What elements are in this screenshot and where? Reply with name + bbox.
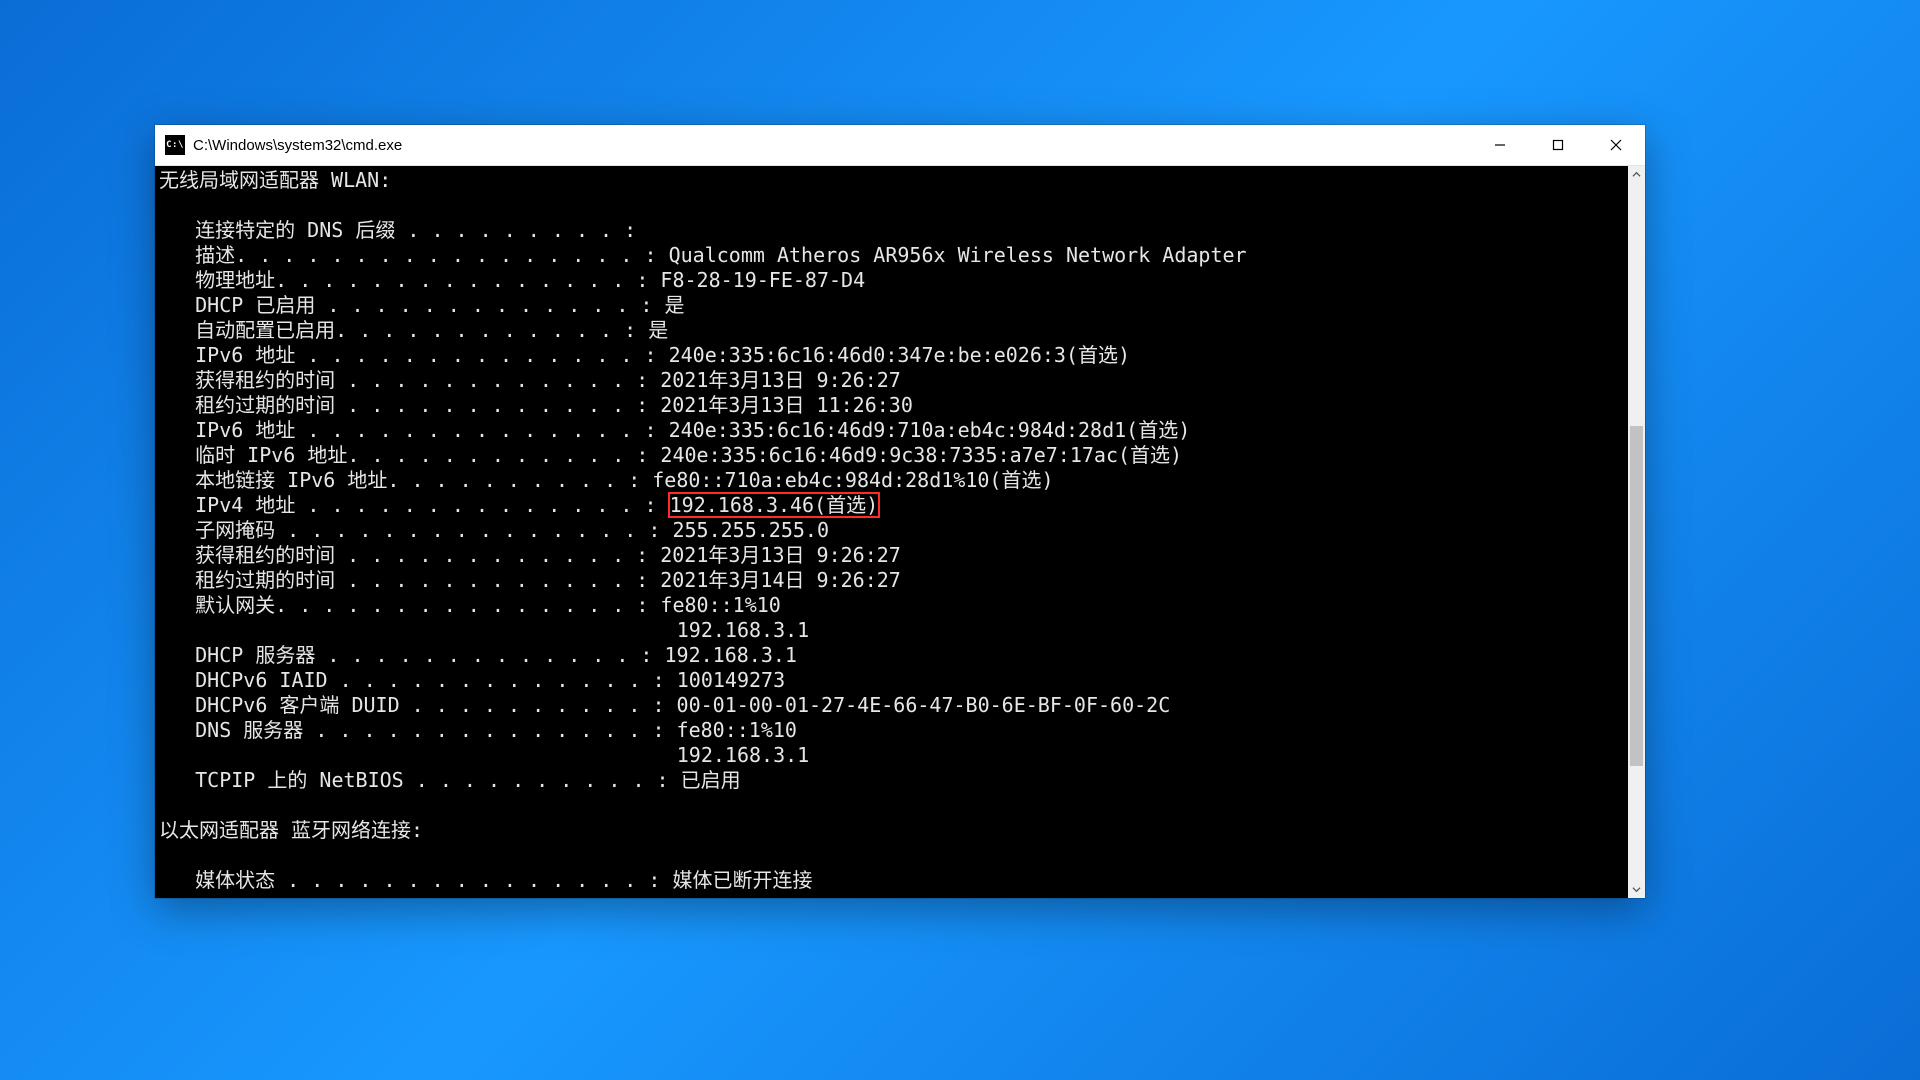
minimize-icon (1494, 139, 1506, 151)
scroll-up-button[interactable] (1628, 166, 1645, 183)
config-line: 物理地址. . . . . . . . . . . . . . . : F8-2… (159, 268, 1624, 293)
config-line: 描述. . . . . . . . . . . . . . . . . : Qu… (159, 243, 1624, 268)
config-line: TCPIP 上的 NetBIOS . . . . . . . . . . : 已… (159, 768, 1624, 793)
close-icon (1610, 139, 1622, 151)
config-line: 获得租约的时间 . . . . . . . . . . . . : 2021年3… (159, 543, 1624, 568)
config-line: IPv4 地址 . . . . . . . . . . . . . . : 19… (159, 493, 1624, 518)
maximize-button[interactable] (1529, 125, 1587, 165)
config-line: DHCP 服务器 . . . . . . . . . . . . . : 192… (159, 643, 1624, 668)
config-line: DHCPv6 IAID . . . . . . . . . . . . . : … (159, 668, 1624, 693)
ipv4-address-highlight: 192.168.3.46(首选) (669, 493, 880, 517)
scroll-thumb[interactable] (1630, 426, 1643, 766)
config-line: 本地链接 IPv6 地址. . . . . . . . . . : fe80::… (159, 468, 1624, 493)
config-line: 子网掩码 . . . . . . . . . . . . . . . : 255… (159, 518, 1624, 543)
config-value-cont: 192.168.3.1 (159, 618, 1624, 643)
titlebar[interactable]: C:\ C:\Windows\system32\cmd.exe (155, 125, 1645, 166)
section-header: 以太网适配器 蓝牙网络连接: (159, 818, 1624, 843)
config-line: DNS 服务器 . . . . . . . . . . . . . . : fe… (159, 718, 1624, 743)
config-line: 获得租约的时间 . . . . . . . . . . . . : 2021年3… (159, 368, 1624, 393)
config-line: DHCPv6 客户端 DUID . . . . . . . . . . : 00… (159, 693, 1624, 718)
client-area: 无线局域网适配器 WLAN: 连接特定的 DNS 后缀 . . . . . . … (155, 166, 1645, 898)
chevron-up-icon (1632, 170, 1641, 179)
cmd-icon: C:\ (165, 135, 185, 155)
config-line: IPv6 地址 . . . . . . . . . . . . . . : 24… (159, 343, 1624, 368)
window-title: C:\Windows\system32\cmd.exe (193, 137, 402, 154)
scrollbar[interactable] (1628, 166, 1645, 898)
config-line: 媒体状态 . . . . . . . . . . . . . . . : 媒体已… (159, 868, 1624, 893)
terminal-output[interactable]: 无线局域网适配器 WLAN: 连接特定的 DNS 后缀 . . . . . . … (155, 166, 1628, 898)
config-line: 自动配置已启用. . . . . . . . . . . . : 是 (159, 318, 1624, 343)
minimize-button[interactable] (1471, 125, 1529, 165)
cmd-window: C:\ C:\Windows\system32\cmd.exe 无线局域网适配器… (155, 125, 1645, 898)
config-value-cont: 192.168.3.1 (159, 743, 1624, 768)
config-line: 租约过期的时间 . . . . . . . . . . . . : 2021年3… (159, 568, 1624, 593)
chevron-down-icon (1632, 885, 1641, 894)
section-header: 无线局域网适配器 WLAN: (159, 168, 1624, 193)
config-line: 租约过期的时间 . . . . . . . . . . . . : 2021年3… (159, 393, 1624, 418)
config-line: IPv6 地址 . . . . . . . . . . . . . . : 24… (159, 418, 1624, 443)
close-button[interactable] (1587, 125, 1645, 165)
maximize-icon (1552, 139, 1564, 151)
config-line: DHCP 已启用 . . . . . . . . . . . . . : 是 (159, 293, 1624, 318)
config-line: 临时 IPv6 地址. . . . . . . . . . . . : 240e… (159, 443, 1624, 468)
config-line: 默认网关. . . . . . . . . . . . . . . : fe80… (159, 593, 1624, 618)
scroll-down-button[interactable] (1628, 881, 1645, 898)
config-line: 连接特定的 DNS 后缀 . . . . . . . . . : (159, 218, 1624, 243)
